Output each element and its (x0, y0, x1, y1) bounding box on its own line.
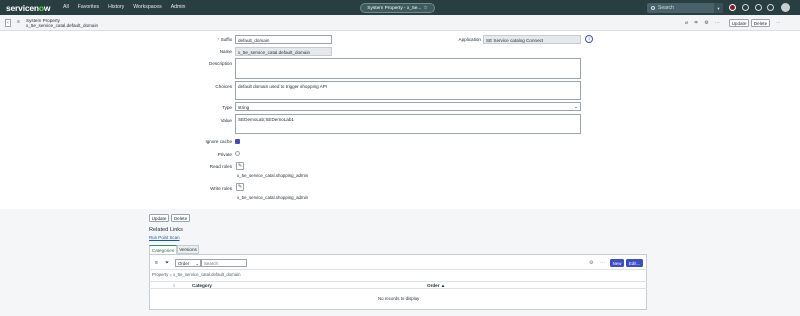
avatar[interactable] (781, 3, 790, 12)
help-icon[interactable] (755, 4, 762, 11)
related-search-input[interactable]: Search (201, 259, 247, 267)
column-category[interactable]: Category (192, 283, 212, 288)
back-button[interactable]: ‹ (5, 19, 11, 27)
more-vert-icon[interactable]: ⋯ (776, 20, 780, 26)
value-field[interactable]: SEDemoLab;SEDemoLab1 (235, 114, 581, 134)
record-icon[interactable] (729, 4, 736, 11)
servicenow-logo[interactable]: servicenow (6, 3, 51, 13)
breadcrumb[interactable]: Property = x_5e_service_catal.default_do… (152, 272, 241, 277)
value-label: Value (220, 118, 232, 123)
more-icon[interactable]: ⋯ (715, 20, 720, 26)
hamburger-icon[interactable]: ≡ (155, 260, 158, 266)
application-label: Application (458, 37, 481, 42)
chevron-down-icon: ⌄ (574, 104, 578, 109)
edit-button[interactable]: Edit... (626, 259, 643, 267)
chevron-down-icon[interactable]: ▼ (714, 3, 723, 13)
empty-message: No records to display (378, 296, 420, 301)
ignore-cache-label: Ignore cache (205, 139, 232, 144)
more-icon[interactable]: ⋯ (600, 260, 605, 266)
suffix-label: * Suffix (217, 37, 232, 42)
description-field[interactable] (235, 58, 581, 79)
description-label: Description (209, 61, 232, 66)
related-links-heading: Related Links (149, 227, 183, 233)
form-header: ‹ ≡ System Property x_5e_service_catal.d… (0, 15, 800, 31)
choices-label: Choices (215, 84, 232, 89)
delete-button[interactable]: Delete (751, 19, 770, 27)
edit-write-roles-pencil-icon[interactable]: ✎ (236, 183, 244, 191)
suffix-field[interactable]: default_domain (235, 35, 332, 44)
divider (149, 269, 647, 270)
name-field: x_5e_service_catal.default_domain (235, 47, 332, 56)
application-field: SE Service catalog Connect (483, 35, 581, 44)
nav-all[interactable]: All (63, 4, 69, 10)
settings-icon[interactable]: ⚙ (704, 20, 708, 26)
choices-field[interactable]: default domain used to trigger shopping … (235, 81, 581, 100)
edit-read-roles-pencil-icon[interactable]: ✎ (236, 162, 244, 170)
write-roles-label: Write roles (210, 186, 232, 191)
gear-icon[interactable]: ⚙ (589, 260, 593, 266)
read-roles-value: x_5e_service_catal.shopping_admin (237, 173, 309, 178)
chat-icon[interactable] (742, 4, 749, 11)
nav-workspaces[interactable]: Workspaces (133, 4, 161, 10)
page-title: System Property x_5e_service_catal.defau… (26, 18, 98, 28)
tab-categories[interactable]: Categories (149, 245, 177, 254)
write-roles-value: x_5e_service_catal.shopping_admin (237, 195, 309, 200)
search-icon[interactable]: ⌕ (173, 283, 175, 288)
nav-admin[interactable]: Admin (171, 4, 186, 10)
top-nav-bar: servicenow All Favorites History Workspa… (0, 0, 800, 15)
nav-history[interactable]: History (108, 4, 124, 10)
chevron-down-icon: ⌄ (195, 261, 199, 266)
hamburger-icon[interactable]: ≡ (17, 19, 20, 25)
type-select[interactable]: string ⌄ (235, 102, 581, 111)
search-icon (651, 6, 655, 10)
record-name: x_5e_service_catal.default_domain (26, 23, 99, 29)
delete-button-bottom[interactable]: Delete (171, 214, 190, 222)
search-placeholder: Search (658, 5, 674, 11)
filter-icon[interactable]: ⏷ (165, 260, 169, 266)
context-title: System Property - x_5e... (367, 5, 422, 11)
table-header (149, 281, 647, 289)
column-order[interactable]: Order ▲ (427, 283, 445, 288)
private-checkbox[interactable] (235, 151, 240, 156)
order-select[interactable]: Order ⌄ (175, 259, 201, 267)
star-icon[interactable]: ☆ (423, 6, 427, 11)
update-button[interactable]: Update (729, 19, 749, 27)
nav-favorites[interactable]: Favorites (78, 4, 99, 10)
order-select-value: Order (178, 261, 190, 266)
type-value: string (238, 104, 250, 110)
name-label: Name (219, 49, 232, 54)
tab-versions[interactable]: Versions (177, 245, 199, 254)
run-point-scan-link[interactable]: Run Point Scan (149, 235, 180, 240)
new-button[interactable]: New (610, 259, 624, 267)
read-roles-label: Read roles (209, 164, 232, 169)
private-label: Private (217, 152, 232, 157)
info-icon[interactable]: i (585, 35, 593, 43)
type-label: Type (222, 105, 232, 110)
ignore-cache-checkbox[interactable] (235, 139, 240, 144)
activity-icon[interactable]: ≑ (694, 20, 698, 26)
context-title-pill[interactable]: System Property - x_5e... ☆ (360, 3, 435, 13)
global-search[interactable]: Search ▼ (647, 3, 723, 13)
update-button-bottom[interactable]: Update (149, 214, 169, 222)
bell-icon[interactable] (767, 4, 774, 11)
paperclip-icon[interactable]: ⌀ (685, 20, 688, 26)
